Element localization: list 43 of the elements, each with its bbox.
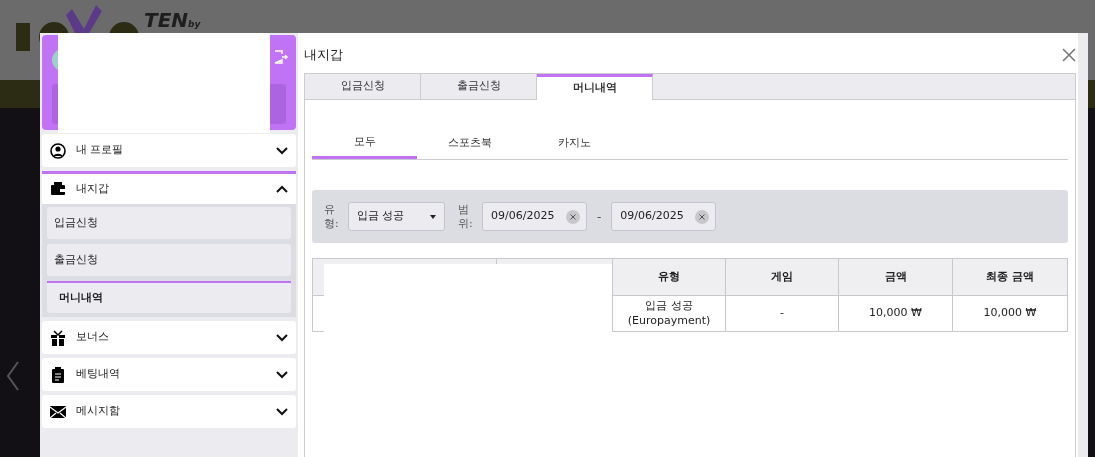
chevron-up-icon (276, 185, 288, 193)
range-separator: - (597, 208, 602, 226)
submenu-item[interactable]: 머니내역 (47, 281, 291, 313)
chevron-down-icon (276, 407, 288, 416)
sidebar-item[interactable]: 보너스 (42, 321, 296, 354)
sidebar-item[interactable]: 내 프로필 (42, 134, 296, 167)
chevron-down-icon (276, 146, 288, 155)
clear-icon[interactable] (695, 209, 710, 224)
column-header: 금액 (884, 269, 907, 283)
date-field[interactable]: 09/06/2025 (611, 202, 717, 231)
submenu-item[interactable]: 출금신청 (47, 244, 291, 276)
logo-text: TEN (144, 8, 189, 32)
caret-icon (430, 214, 436, 219)
sidebar-item[interactable]: 내지갑 (42, 171, 296, 204)
sidebar-item[interactable]: 메시지함 (42, 395, 296, 428)
table-cell-text: - (779, 306, 785, 321)
date-field[interactable]: 09/06/2025 (482, 202, 587, 231)
clipboard-icon (50, 366, 66, 383)
logout-icon[interactable] (274, 50, 288, 64)
close-icon[interactable] (1062, 45, 1076, 63)
envelope-icon (50, 403, 66, 420)
tab[interactable]: 머니내역 (537, 74, 653, 100)
submenu-item[interactable]: 입금신청 (47, 207, 291, 239)
field-label: 유형: (324, 202, 338, 231)
user-icon (50, 142, 66, 159)
scrollbar[interactable] (1078, 33, 1088, 457)
chevron-left-icon[interactable] (5, 360, 21, 392)
field-label: 범위: (458, 202, 472, 231)
chevron-down-icon (276, 333, 288, 342)
column-header: 최종 금액 (986, 269, 1034, 283)
table-cell-text: 10,000 ₩ (982, 306, 1038, 321)
logo-text: by (188, 19, 201, 29)
column-header: 유형 (658, 269, 680, 283)
clear-icon[interactable] (566, 209, 580, 224)
sidebar-item[interactable]: 베팅내역 (42, 358, 296, 391)
column-header: 게임 (771, 269, 793, 283)
table-cell-text: 10,000 ₩ (868, 306, 923, 321)
chevron-down-icon (276, 370, 288, 379)
dialog-title: 내지갑 (304, 46, 343, 64)
type-dropdown[interactable]: 입금 성공 (348, 202, 445, 231)
gift-icon (50, 329, 66, 346)
wallet-icon (50, 181, 66, 197)
table-cell-text: 입금 성공 (Europayment) (626, 299, 712, 328)
